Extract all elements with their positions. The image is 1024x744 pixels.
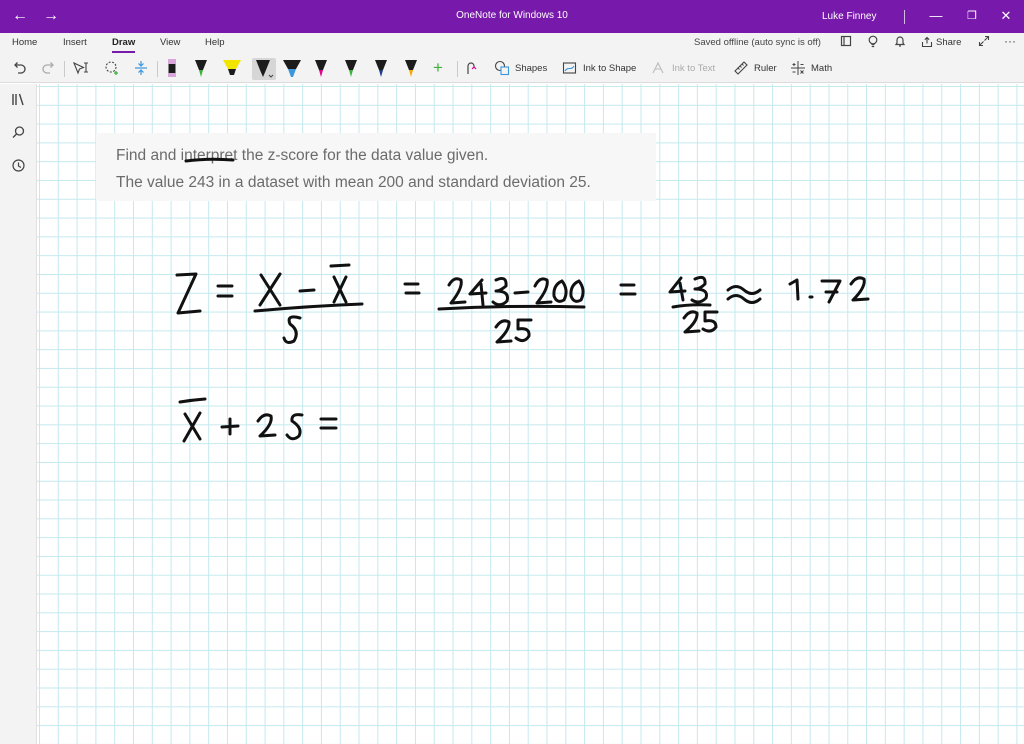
expand-icon[interactable] <box>978 35 990 50</box>
lasso-select-icon[interactable] <box>104 60 120 76</box>
ink-to-shape-label: Ink to Shape <box>583 62 637 74</box>
minimize-icon[interactable]: — <box>926 8 946 23</box>
add-pen-icon[interactable]: + <box>433 58 443 78</box>
close-icon[interactable]: ✕ <box>996 8 1016 24</box>
ruler-button[interactable]: Ruler <box>733 60 777 76</box>
pen-blue-icon[interactable] <box>282 58 302 83</box>
toolbar-divider <box>157 61 158 77</box>
pen-pink-icon[interactable] <box>165 58 179 83</box>
add-space-icon[interactable] <box>134 60 148 76</box>
ribbon-tabs: Home Insert Draw View Help Saved offline… <box>0 33 1024 55</box>
notebook-icon[interactable] <box>840 35 852 50</box>
problem-text-box[interactable]: Find and interpret the z-score for the d… <box>96 133 656 201</box>
pen-magenta-icon[interactable] <box>314 58 328 83</box>
ink-to-text-button[interactable]: Ink to Text <box>651 60 715 76</box>
problem-line-1: Find and interpret the z-score for the d… <box>116 147 489 164</box>
title-bar: ← → OneNote for Windows 10 Luke Finney —… <box>0 0 1024 33</box>
type-select-icon[interactable] <box>72 60 90 75</box>
ink-to-text-label: Ink to Text <box>672 62 716 74</box>
share-icon <box>921 36 933 48</box>
ink-to-text-icon <box>652 61 664 74</box>
shapes-label: Shapes <box>515 62 548 74</box>
draw-toolbar: + Shapes Ink to Shape Ink to Text Ruler … <box>0 55 1024 83</box>
navigation-sidebar <box>0 84 37 744</box>
math-label: Math <box>811 62 833 74</box>
titlebar-divider <box>904 10 905 24</box>
highlighter-yellow-icon[interactable] <box>222 58 242 83</box>
problem-line-2: The value 243 in a dataset with mean 200… <box>116 174 591 191</box>
ink-to-shape-icon <box>562 62 577 74</box>
maximize-icon[interactable]: ❐ <box>962 9 982 22</box>
redo-icon[interactable] <box>41 60 56 75</box>
lightbulb-icon[interactable] <box>867 35 879 51</box>
pen-dark-blue-icon[interactable] <box>374 58 388 83</box>
ink-to-shape-button[interactable]: Ink to Shape <box>562 60 636 76</box>
notebooks-icon[interactable] <box>11 92 26 110</box>
bell-icon[interactable] <box>894 35 906 51</box>
pen-black-selected-icon[interactable] <box>252 58 276 80</box>
pen-black-green-icon[interactable] <box>194 58 208 83</box>
tab-insert[interactable]: Insert <box>63 37 87 48</box>
tab-draw[interactable]: Draw <box>112 37 136 53</box>
sync-status: Saved offline (auto sync is off) <box>694 37 821 48</box>
user-name[interactable]: Luke Finney <box>822 11 876 22</box>
undo-icon[interactable] <box>12 60 27 75</box>
tab-home[interactable]: Home <box>12 37 37 48</box>
tab-help[interactable]: Help <box>205 37 225 48</box>
search-icon[interactable] <box>11 125 26 143</box>
recent-notes-icon[interactable] <box>11 158 26 176</box>
share-label: Share <box>936 36 962 48</box>
shapes-button[interactable]: Shapes <box>494 60 547 76</box>
pen-green-icon[interactable] <box>344 58 358 83</box>
more-options-icon[interactable]: ··· <box>1004 34 1016 48</box>
shapes-icon <box>494 60 510 76</box>
toolbar-divider <box>64 61 65 77</box>
ink-replay-icon[interactable] <box>464 60 479 76</box>
share-button[interactable]: Share <box>921 36 961 48</box>
pen-orange-icon[interactable] <box>404 58 418 83</box>
ruler-icon <box>734 61 748 75</box>
tab-view[interactable]: View <box>160 37 180 48</box>
math-button[interactable]: Math <box>790 60 832 76</box>
math-icon <box>791 61 805 75</box>
ruler-label: Ruler <box>754 62 777 74</box>
toolbar-divider <box>457 61 458 77</box>
